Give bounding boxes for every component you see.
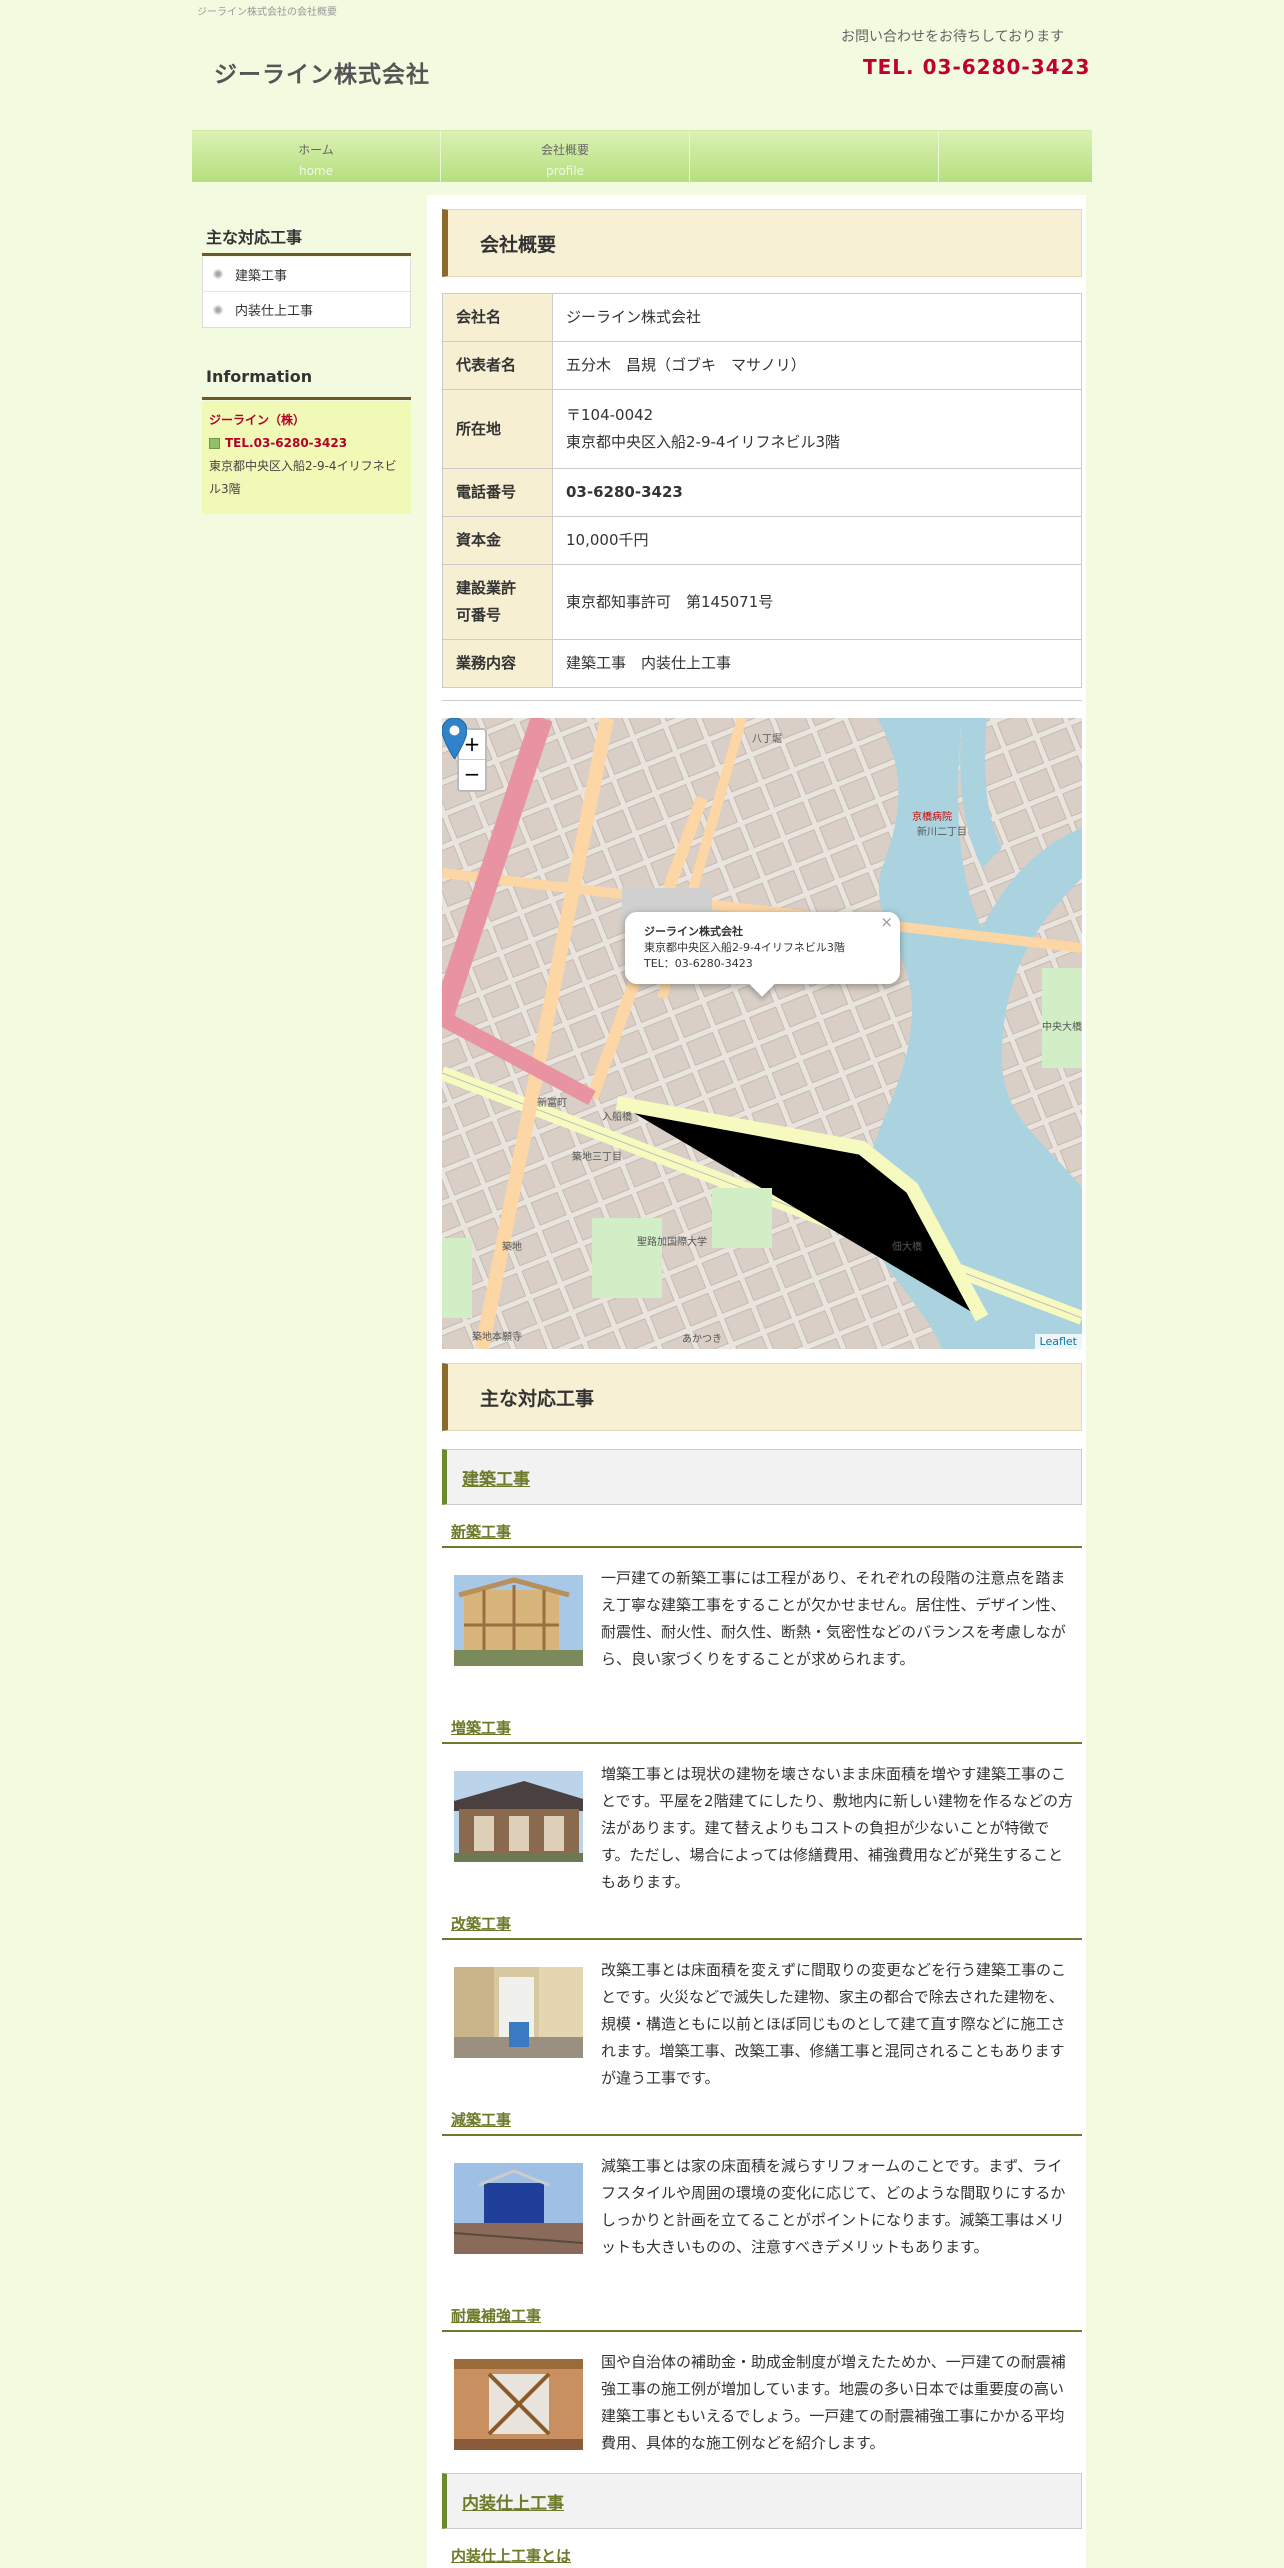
info-tel[interactable]: TEL.03-6280-3423 [209, 432, 404, 455]
map-label-tsukiji: 築地 [502, 1242, 522, 1253]
info-box: ジーライン（株） TEL.03-6280-3423 東京都中央区入船2-9-4イ… [202, 401, 411, 514]
nav-item-profile[interactable]: 会社概要 profile [441, 131, 690, 183]
zoom-out-button[interactable]: − [459, 760, 485, 790]
row-label: 会社名 [442, 293, 553, 342]
table-row: 電話番号 03-6280-3423 [442, 468, 1082, 517]
row-label: 業務内容 [442, 639, 553, 688]
nav-home-label: ホーム [298, 143, 334, 157]
reconstruction-image [454, 1967, 583, 2058]
map-label-hospital: 京橋病院 [912, 812, 952, 823]
postal-code: 〒104-0042 [566, 406, 654, 424]
contact-note: お問い合わせをお待ちしております [841, 29, 1065, 45]
table-row: 代表者名 五分木 昌規（ゴブキ マサノリ） [442, 341, 1082, 390]
row-label: 資本金 [442, 516, 553, 565]
row-label: 電話番号 [442, 468, 553, 517]
popup-name: ジーライン株式会社 [644, 925, 743, 938]
table-row: 所在地 〒104-0042 東京都中央区入船2-9-4イリフネビル3階 [442, 389, 1082, 469]
map-popup: × ジーライン株式会社 東京都中央区入船2-9-4イリフネビル3階 TEL：03… [625, 912, 900, 997]
section-interior-title[interactable]: 内装仕上工事 [442, 2473, 1082, 2529]
phone-number[interactable]: 03-6280-3423 [552, 468, 1082, 517]
nav-home-sub: home [298, 164, 334, 178]
map-marker-icon[interactable] [442, 718, 467, 759]
work-title-new[interactable]: 新築工事 [442, 1521, 1082, 1548]
map-label-akatsuki: あかつき [682, 1334, 722, 1345]
row-label: 代表者名 [442, 341, 553, 390]
popup-address: 東京都中央区入船2-9-4イリフネビル3階 [644, 941, 845, 954]
interior-subtitle[interactable]: 内装仕上工事とは [442, 2545, 1082, 2568]
work-text-extension: 増築工事とは現状の建物を壊さないまま床面積を増やす建築工事のことです。平屋を2階… [601, 1765, 1073, 1891]
seismic-image [454, 2359, 583, 2450]
tagline: ジーライン株式会社の会社概要 [197, 7, 337, 18]
map[interactable]: 八丁堀 新川二丁目 新富町 築地三丁目 佃大橋 中央大橋 築地 あかつき 入船橋… [442, 718, 1082, 1349]
work-text-seismic: 国や自治体の補助金・助成金制度が増えたためか、一戸建ての耐震補強工事の施工例が増… [601, 2353, 1066, 2452]
nav-item-empty [690, 131, 939, 183]
sidebar-item-label: 内装仕上工事 [235, 304, 314, 319]
map-label-tsukuda-bridge: 佃大橋 [892, 1242, 922, 1253]
nav-profile-sub: profile [546, 164, 584, 178]
work-text-reconstruction: 改築工事とは床面積を変えずに間取りの変更などを行う建築工事のことです。火災などで… [601, 1961, 1067, 2087]
work-title-seismic[interactable]: 耐震補強工事 [442, 2305, 1082, 2332]
work-text-downsizing: 減築工事とは家の床面積を減らすリフォームのことです。まず、ライフスタイルや周囲の… [601, 2157, 1066, 2256]
work-text-new: 一戸建ての新築工事には工程があり、それぞれの段階の注意点を踏まえ丁寧な建築工事を… [601, 1569, 1066, 1668]
info-address: 東京都中央区入船2-9-4イリフネビル3階 [209, 459, 397, 496]
works-heading: 主な対応工事 [442, 1363, 1082, 1431]
work-title-downsizing[interactable]: 減築工事 [442, 2109, 1082, 2136]
map-label-university: 聖路加国際大学 [637, 1237, 707, 1248]
work-title-reconstruction[interactable]: 改築工事 [442, 1913, 1082, 1940]
profile-heading: 会社概要 [442, 209, 1082, 277]
work-title-extension[interactable]: 増築工事 [442, 1717, 1082, 1744]
phone-icon [209, 438, 220, 449]
site-title[interactable]: ジーライン株式会社 [214, 55, 430, 89]
row-value: ジーライン株式会社 [552, 293, 1082, 342]
map-tiles[interactable] [442, 718, 1082, 1349]
map-attribution[interactable]: Leaflet [1034, 1334, 1082, 1349]
sidebar-item-interior[interactable]: 内装仕上工事 [203, 292, 410, 327]
sidebar-item-construction[interactable]: 建築工事 [203, 257, 410, 292]
map-label-irifune-bridge: 入船橋 [602, 1112, 632, 1123]
popup-tel: TEL：03-6280-3423 [644, 957, 753, 970]
map-label-honganji: 築地本願寺 [472, 1332, 522, 1343]
info-name: ジーライン（株） [209, 413, 306, 427]
address-line: 東京都中央区入船2-9-4イリフネビル3階 [566, 433, 841, 451]
close-icon[interactable]: × [880, 914, 893, 930]
map-label-chuo-bridge: 中央大橋 [1042, 1022, 1082, 1033]
downsizing-image [454, 2163, 583, 2254]
bullet-icon [213, 304, 223, 315]
global-nav: ホーム home 会社概要 profile [192, 130, 1092, 183]
divider [442, 700, 1082, 701]
row-value: 東京都知事許可 第145071号 [552, 564, 1082, 640]
row-label-line2: 可番号 [456, 606, 502, 624]
new-construction-image [454, 1575, 583, 1666]
sidebar-item-label: 建築工事 [235, 268, 288, 284]
row-label-line1: 建設業許 [456, 579, 517, 597]
map-label-shintomicho: 新富町 [537, 1098, 567, 1109]
sidebar-works-menu: 建築工事 内装仕上工事 [202, 257, 411, 328]
nav-profile-label: 会社概要 [540, 143, 589, 157]
row-value: 10,000千円 [552, 516, 1082, 565]
row-label: 建設業許 可番号 [442, 564, 553, 640]
table-row: 資本金 10,000千円 [442, 516, 1082, 565]
row-label: 所在地 [442, 389, 553, 469]
sidebar-works-rule [202, 253, 411, 256]
extension-image [454, 1771, 583, 1862]
table-row: 建設業許 可番号 東京都知事許可 第145071号 [442, 564, 1082, 640]
sidebar-info-rule [202, 397, 411, 400]
row-value: 〒104-0042 東京都中央区入船2-9-4イリフネビル3階 [552, 389, 1082, 469]
table-row: 会社名 ジーライン株式会社 [442, 293, 1082, 342]
sidebar-info-title: Information [206, 367, 313, 386]
bullet-icon [213, 269, 223, 279]
map-label-hatchobori: 八丁堀 [752, 734, 782, 745]
map-label-tsukiji3: 築地三丁目 [572, 1152, 622, 1163]
row-value: 五分木 昌規（ゴブキ マサノリ） [552, 341, 1082, 390]
header-tel[interactable]: TEL. 03-6280-3423 [863, 55, 1090, 79]
sidebar-works-title: 主な対応工事 [206, 228, 303, 247]
section-construction-title[interactable]: 建築工事 [442, 1449, 1082, 1505]
row-value: 建築工事 内装仕上工事 [552, 639, 1082, 688]
map-label-shinkawa: 新川二丁目 [917, 827, 967, 838]
profile-table: 会社名 ジーライン株式会社 代表者名 五分木 昌規（ゴブキ マサノリ） 所在地 … [442, 293, 1082, 688]
info-tel-text: TEL.03-6280-3423 [225, 436, 348, 450]
table-row: 業務内容 建築工事 内装仕上工事 [442, 639, 1082, 688]
nav-item-home[interactable]: ホーム home [192, 131, 441, 183]
